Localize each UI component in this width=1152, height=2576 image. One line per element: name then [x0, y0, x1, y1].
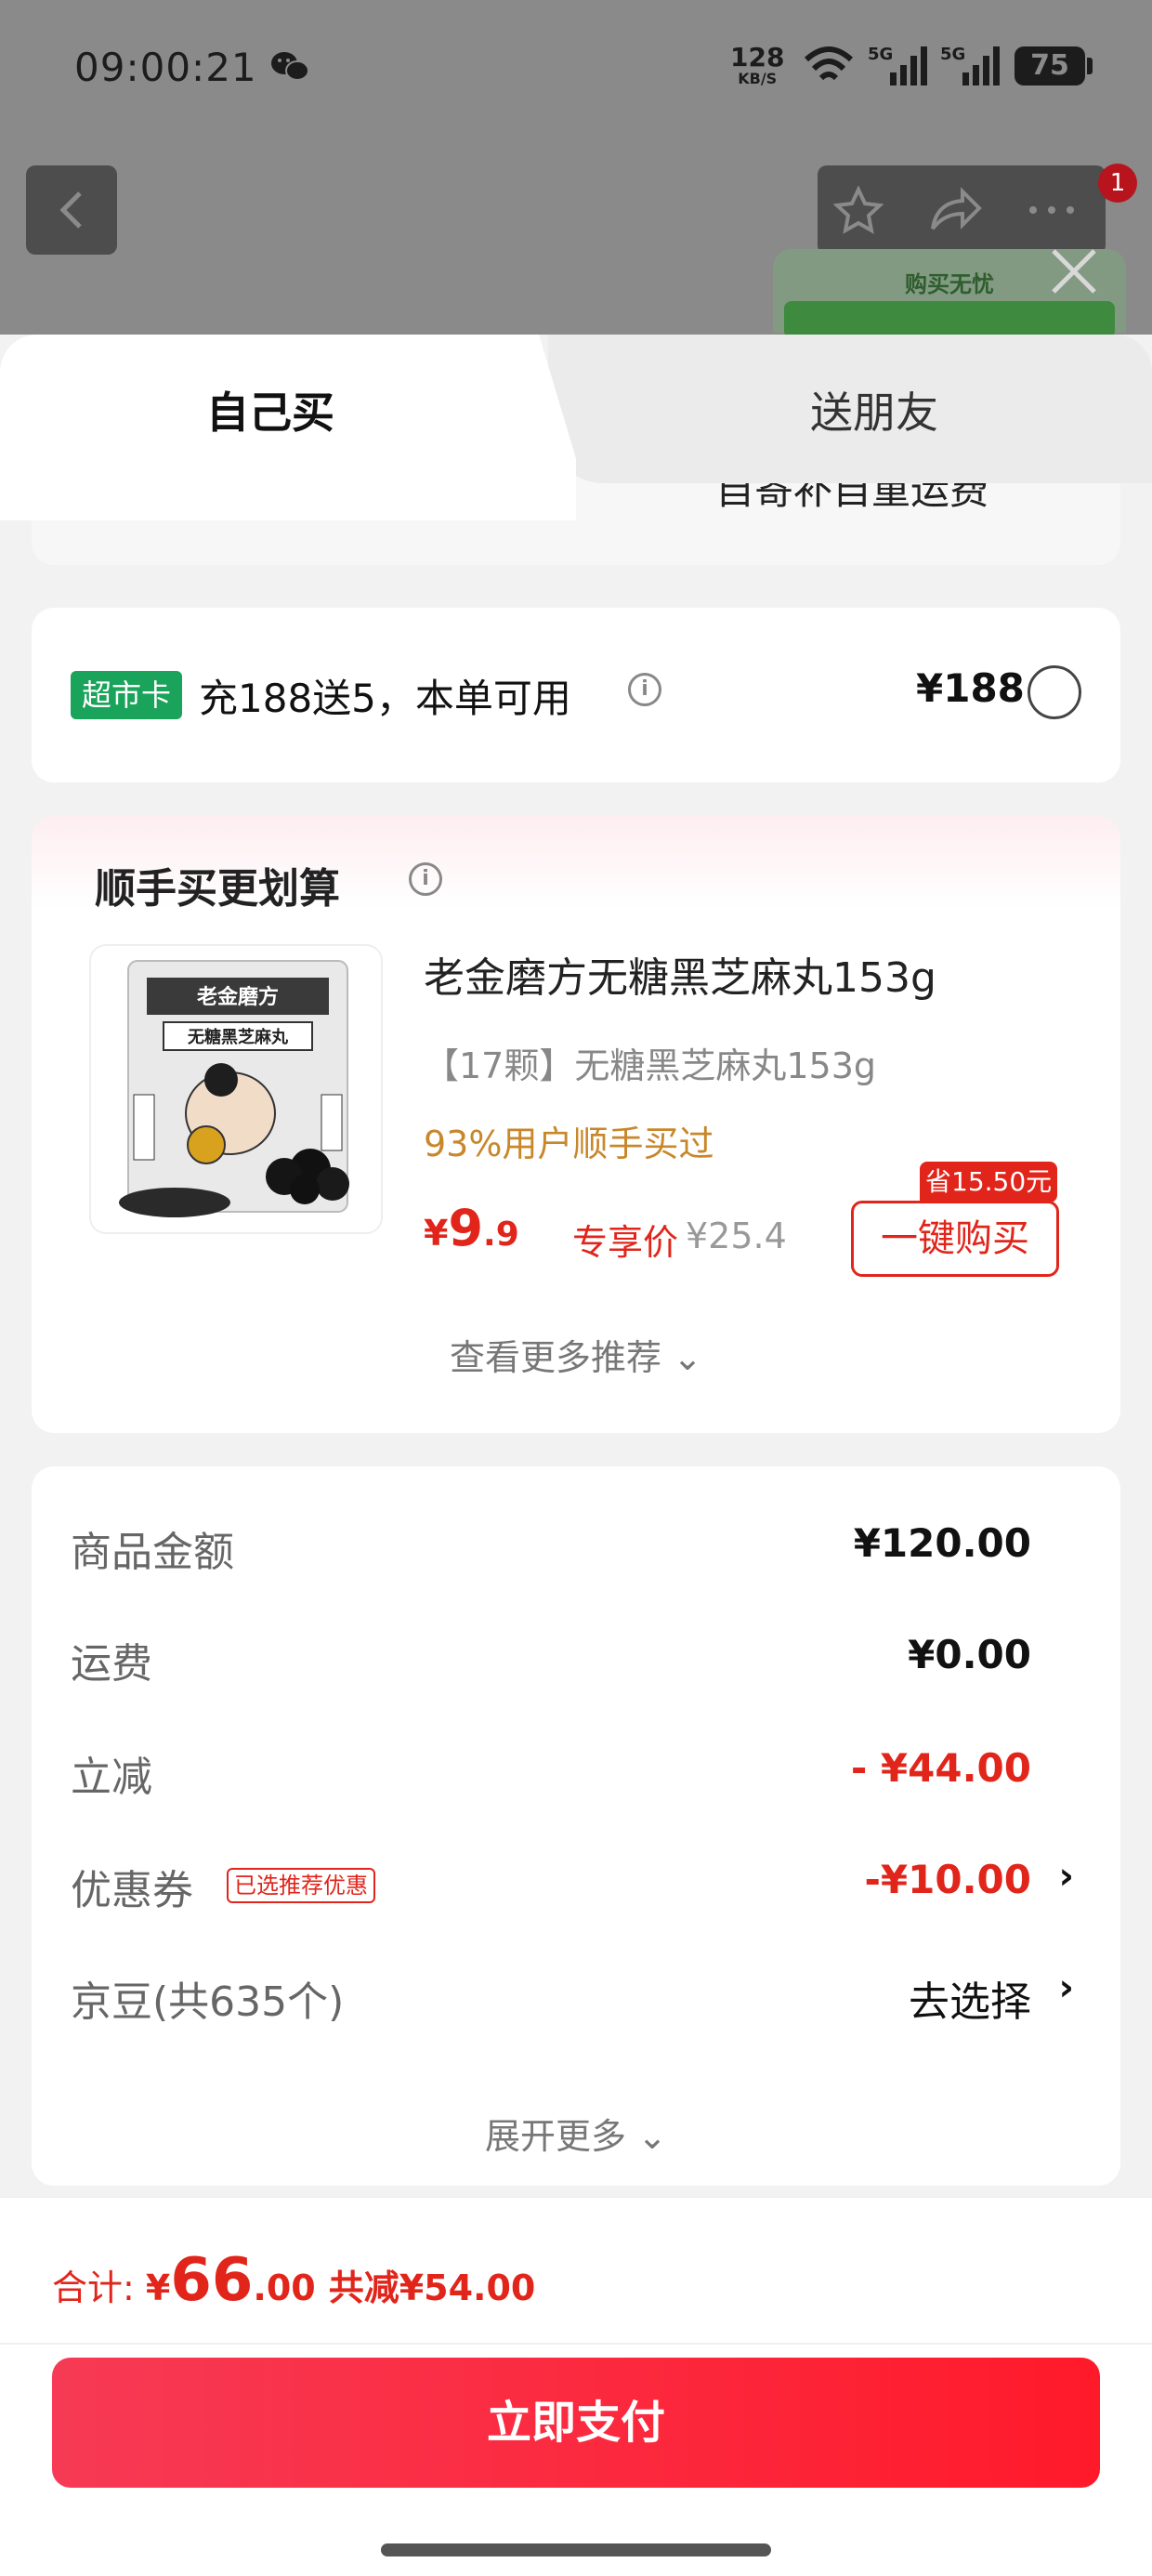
- total-decimal: .00: [253, 2267, 316, 2308]
- instant-discount-value: - ¥44.00: [850, 1745, 1031, 1791]
- jd-beans-chevron-icon[interactable]: ›: [1059, 1966, 1074, 2009]
- product-package-illustration: 老金磨方 无糖黑芝麻丸: [119, 960, 349, 1217]
- supermarket-offer-text: 充188送5，本单可用: [199, 676, 571, 721]
- network-label-2: 5G: [940, 45, 965, 64]
- shipping-value: ¥0.00: [908, 1632, 1031, 1677]
- order-total: 合计: ¥66.00 共减¥54.00: [52, 2246, 535, 2315]
- coupon-selected-tag: 已选推荐优惠: [227, 1868, 375, 1903]
- battery-icon: 75: [1015, 46, 1085, 85]
- wechat-icon: [271, 52, 309, 81]
- total-label: 合计:: [52, 2267, 146, 2308]
- network-label-1: 5G: [868, 45, 893, 64]
- total-saved: 共减¥54.00: [328, 2267, 536, 2308]
- purchase-tabs: 自己买 送朋友: [0, 335, 1152, 520]
- product-price: ¥9.9: [424, 1199, 519, 1257]
- coupon-value[interactable]: -¥10.00: [864, 1857, 1031, 1902]
- recommend-title: 顺手买更划算: [95, 865, 340, 913]
- save-amount-tag: 省15.50元: [920, 1162, 1058, 1203]
- supermarket-chip: 超市卡: [71, 671, 183, 719]
- star-icon[interactable]: [831, 186, 886, 234]
- supermarket-radio[interactable]: [1028, 665, 1081, 719]
- jd-beans-label[interactable]: 京豆(共635个): [71, 1968, 344, 2028]
- back-button[interactable]: [26, 165, 117, 255]
- product-spec: 【17颗】无糖黑芝麻丸153g: [424, 1045, 877, 1086]
- package-name: 无糖黑芝麻丸: [188, 1027, 289, 1047]
- one-click-buy-button[interactable]: 一键购买: [851, 1201, 1059, 1277]
- exclusive-price-label: 专享价: [572, 1222, 679, 1263]
- product-image[interactable]: 老金磨方 无糖黑芝麻丸: [89, 944, 383, 1234]
- battery-tip: [1087, 58, 1093, 74]
- status-time: 09:00:21: [74, 45, 257, 90]
- total-currency: ¥: [145, 2267, 171, 2308]
- coupon-chevron-icon[interactable]: ›: [1059, 1855, 1074, 1898]
- price-summary-card: 商品金额 ¥120.00 运费 ¥0.00 立减 - ¥44.00 优惠券 已选…: [32, 1466, 1120, 2186]
- price-integer: 9: [448, 1199, 484, 1257]
- recommend-card: 顺手买更划算 i 老金磨方 无糖黑芝麻丸 老金磨方无糖黑芝麻丸153g 【17颗…: [32, 816, 1120, 1433]
- net-speed-value: 128: [730, 42, 785, 72]
- footer-divider: [0, 2343, 1152, 2345]
- worry-free-bar: [784, 301, 1115, 338]
- notification-badge: 1: [1098, 164, 1137, 203]
- net-speed-unit: KB/S: [738, 70, 778, 87]
- total-integer: 66: [170, 2246, 254, 2315]
- pay-now-button[interactable]: 立即支付: [52, 2358, 1100, 2488]
- jd-beans-select[interactable]: 去选择: [909, 1968, 1031, 2028]
- recommend-info-icon[interactable]: i: [409, 862, 442, 896]
- net-speed: 128 KB/S: [730, 45, 784, 87]
- tab-self[interactable]: 自己买: [206, 379, 334, 440]
- goods-amount-label: 商品金额: [71, 1529, 234, 1576]
- price-decimal: .9: [483, 1216, 519, 1254]
- home-indicator[interactable]: [381, 2543, 771, 2556]
- share-icon[interactable]: [927, 186, 983, 234]
- checkout-footer: 合计: ¥66.00 共减¥54.00 立即支付: [0, 2197, 1152, 2576]
- shipping-label: 运费: [71, 1640, 152, 1688]
- tab-friend[interactable]: 送朋友: [810, 379, 938, 440]
- product-name[interactable]: 老金磨方无糖黑芝麻丸153g: [424, 944, 936, 1004]
- instant-discount-label: 立减: [71, 1754, 152, 1801]
- status-bar: 09:00:21 128 KB/S 5G 5G 75: [0, 0, 1152, 139]
- signal-5g-icon: 5G: [868, 45, 927, 85]
- wifi-icon: [804, 46, 854, 81]
- expand-more-link[interactable]: 展开更多 ⌄: [32, 2108, 1120, 2159]
- price-currency: ¥: [424, 1213, 449, 1254]
- package-brand: 老金磨方: [196, 985, 279, 1009]
- signal-5g-icon-2: 5G: [940, 45, 1000, 85]
- original-price: ¥25.4: [686, 1216, 787, 1256]
- close-icon[interactable]: [1041, 238, 1107, 305]
- more-icon[interactable]: [1024, 186, 1080, 234]
- supermarket-card-offer[interactable]: 超市卡 充188送5，本单可用 i ¥188: [32, 608, 1120, 782]
- more-recommendations-link[interactable]: 查看更多推荐 ⌄: [32, 1329, 1120, 1380]
- supermarket-price: ¥188: [916, 665, 1025, 711]
- info-icon[interactable]: i: [628, 673, 661, 706]
- product-popularity: 93%用户顺手买过: [424, 1124, 714, 1164]
- coupon-label[interactable]: 优惠券: [71, 1857, 193, 1916]
- goods-amount-value: ¥120.00: [853, 1520, 1031, 1566]
- chevron-left-icon: [59, 191, 82, 229]
